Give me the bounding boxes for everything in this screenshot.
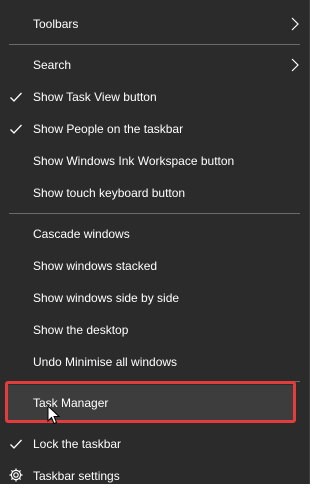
menu-item-show-desktop[interactable]: Show the desktop [0, 314, 310, 346]
menu-separator [9, 213, 300, 214]
menu-item-show-people[interactable]: Show People on the taskbar [0, 113, 310, 145]
menu-item-label: Lock the taskbar [33, 437, 122, 451]
menu-item-label: Show Task View button [33, 90, 157, 104]
chevron-right-icon [291, 17, 299, 31]
menu-item-label: Undo Minimise all windows [33, 355, 178, 369]
menu-separator [9, 44, 300, 45]
menu-item-toolbars[interactable]: Toolbars [0, 8, 310, 40]
gear-icon [9, 468, 23, 482]
menu-item-show-task-view[interactable]: Show Task View button [0, 81, 310, 113]
chevron-right-icon [291, 58, 299, 72]
menu-item-lock-taskbar[interactable]: Lock the taskbar [0, 428, 310, 460]
menu-item-windows-stacked[interactable]: Show windows stacked [0, 250, 310, 282]
menu-item-label: Toolbars [33, 17, 79, 31]
menu-item-label: Search [33, 58, 72, 72]
menu-item-windows-side-by-side[interactable]: Show windows side by side [0, 282, 310, 314]
menu-item-label: Taskbar settings [33, 469, 120, 483]
mouse-cursor-icon [47, 405, 61, 425]
menu-item-label: Cascade windows [33, 227, 130, 241]
menu-item-cascade-windows[interactable]: Cascade windows [0, 218, 310, 250]
menu-item-search[interactable]: Search [0, 49, 310, 81]
menu-item-label: Show Windows Ink Workspace button [33, 154, 235, 168]
checkmark-icon [10, 439, 22, 449]
menu-item-label: Show People on the taskbar [33, 122, 184, 136]
menu-item-label: Show windows stacked [33, 259, 158, 273]
menu-item-label: Show the desktop [33, 323, 129, 337]
menu-item-taskbar-settings[interactable]: Taskbar settings [0, 460, 310, 492]
checkmark-icon [10, 124, 22, 134]
checkmark-icon [10, 92, 22, 102]
taskbar-context-menu: Toolbars Search Show Task View button Sh… [0, 0, 310, 484]
menu-item-show-touch-keyboard[interactable]: Show touch keyboard button [0, 177, 310, 209]
menu-item-label: Show touch keyboard button [33, 186, 186, 200]
menu-item-label: Show windows side by side [33, 291, 180, 305]
menu-item-undo-minimise[interactable]: Undo Minimise all windows [0, 346, 310, 378]
menu-item-show-ink-workspace[interactable]: Show Windows Ink Workspace button [0, 145, 310, 177]
